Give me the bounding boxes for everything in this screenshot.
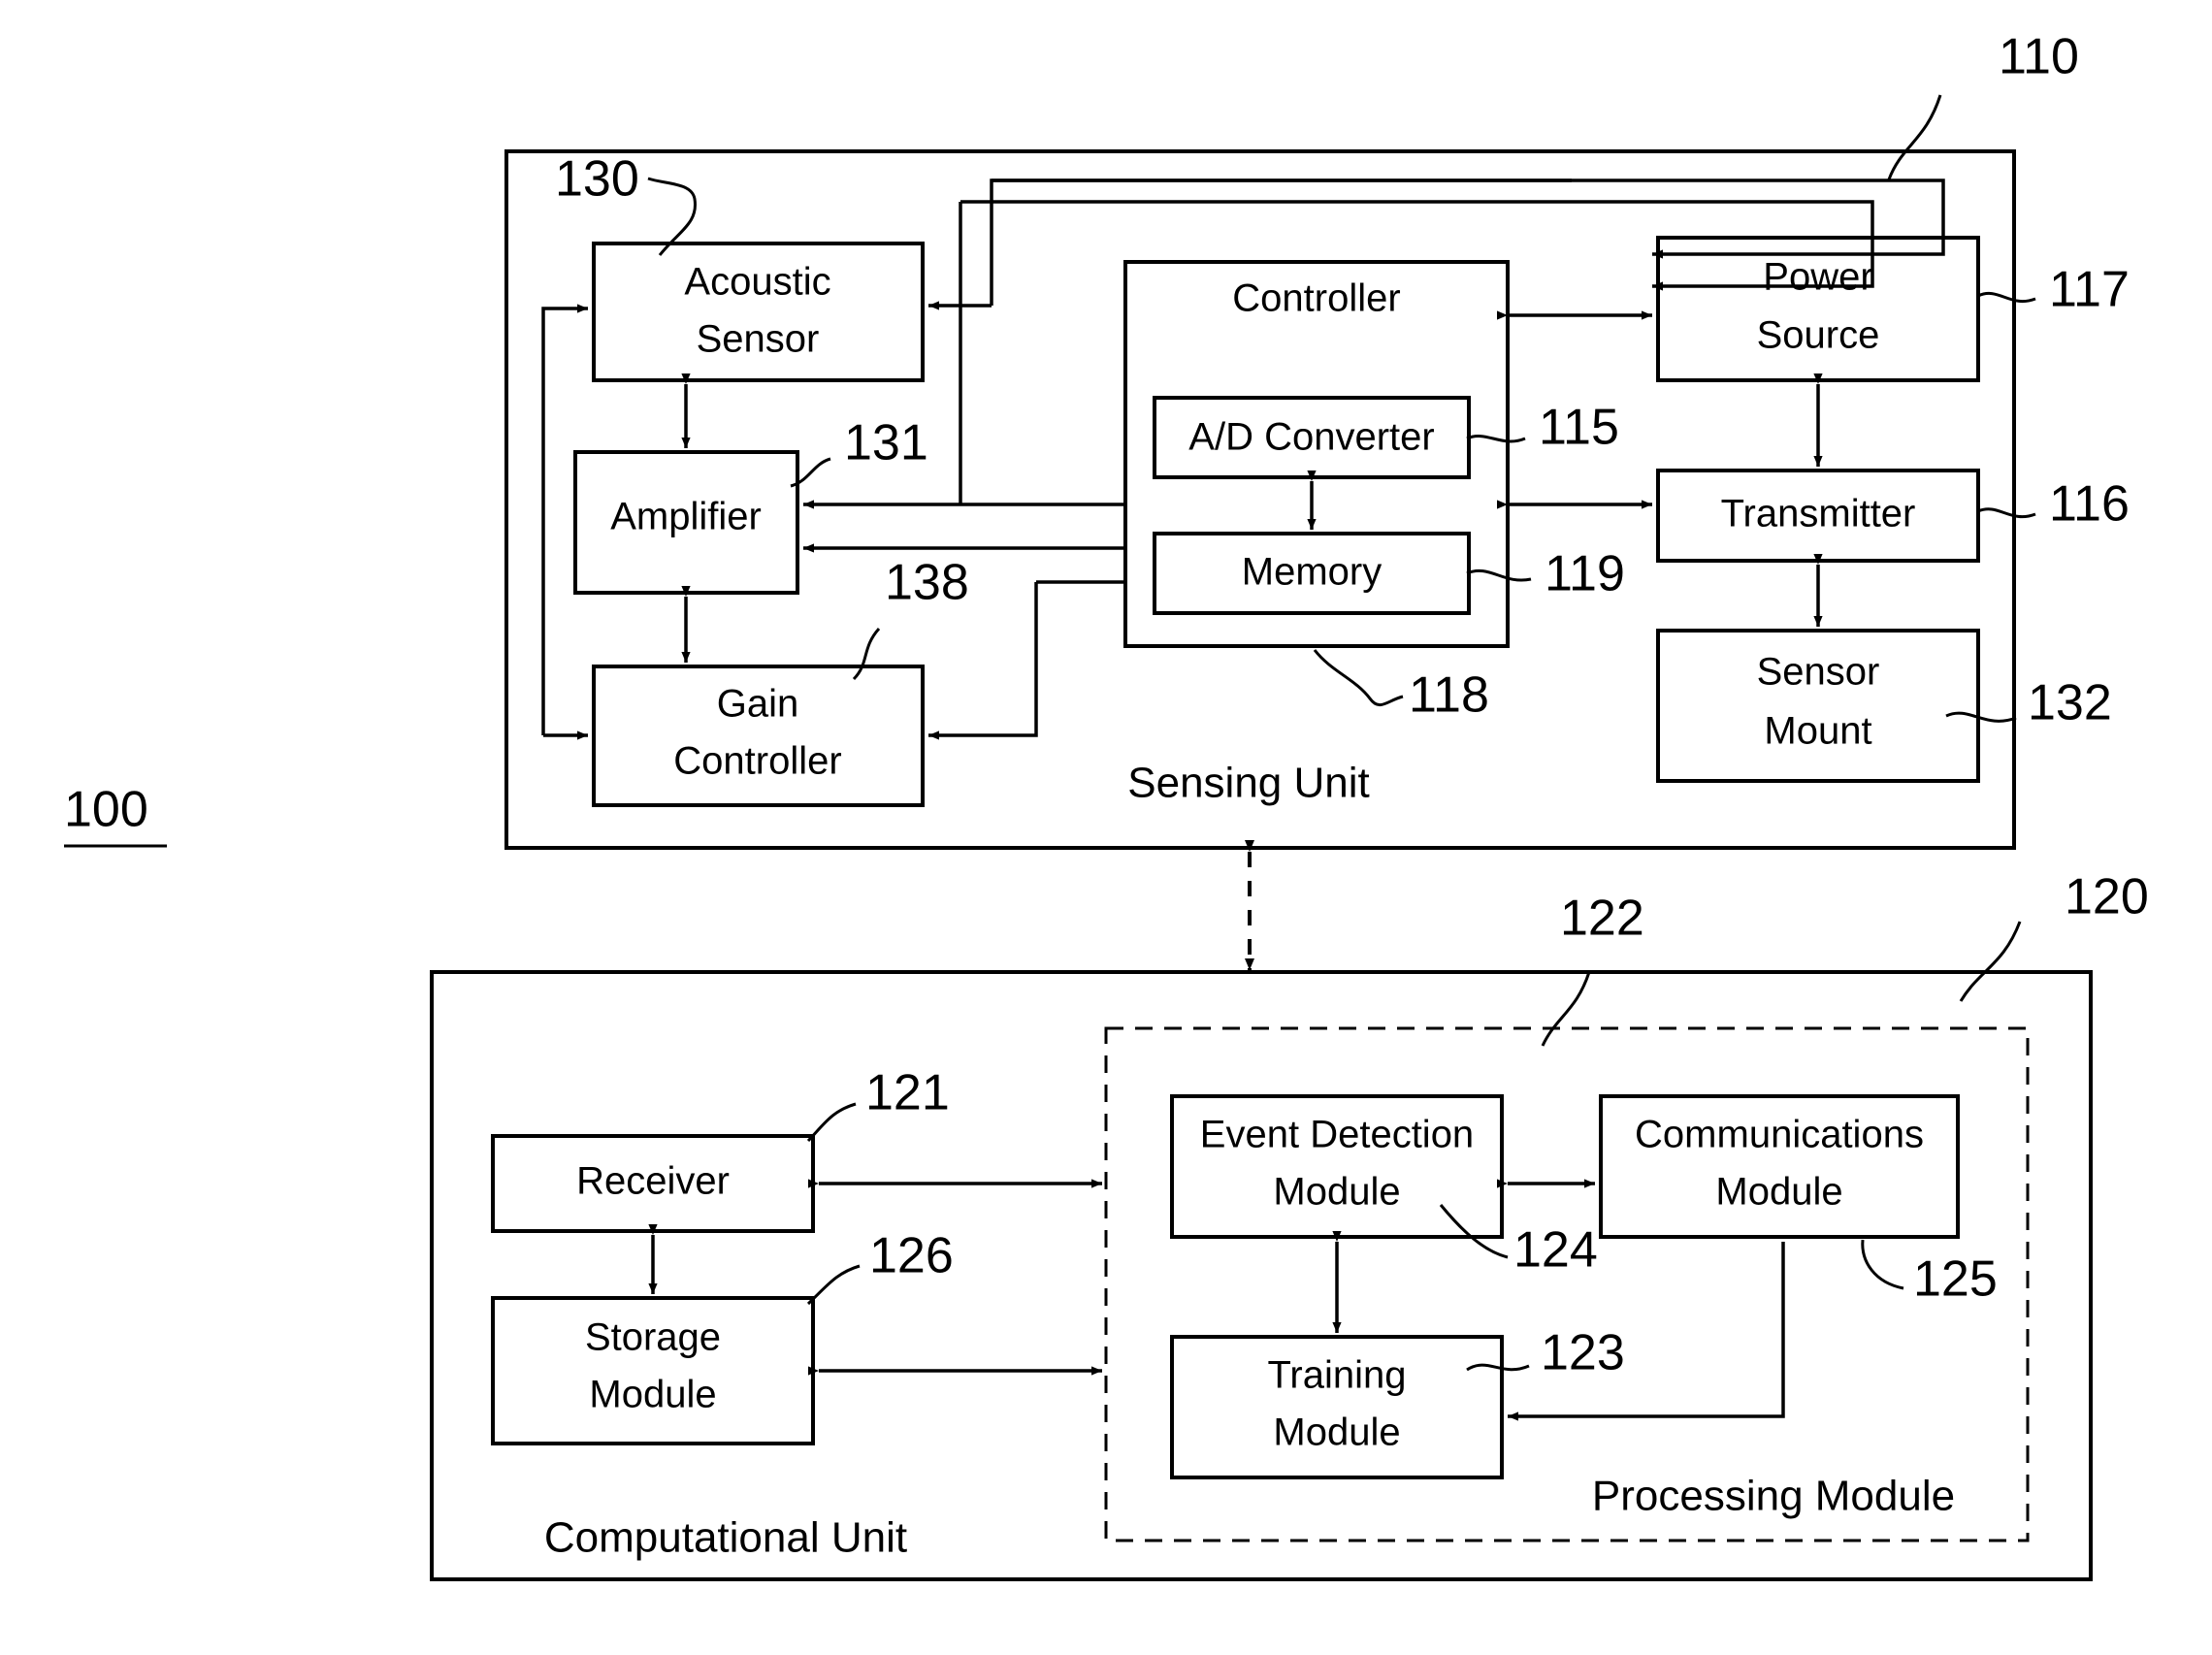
ref-117-label: 117 — [2049, 262, 2130, 318]
ref-122-label: 122 — [1560, 891, 1644, 947]
training-module-label-line2: Module — [1273, 1412, 1400, 1454]
ref-126-label: 126 — [869, 1228, 954, 1284]
block-diagram-svg: 110 100 Acoustic Sensor 130 Amplifier 13… — [64, 29, 2149, 1581]
ref-110-label: 110 — [1999, 29, 2079, 85]
system-ref-100-label: 100 — [64, 782, 148, 838]
ref-130-label: 130 — [555, 151, 639, 208]
ref-131-label: 131 — [844, 415, 928, 471]
ref-120-label: 120 — [2065, 869, 2149, 925]
sensor-mount-label-line2: Mount — [1764, 710, 1871, 753]
sensor-mount-label-line1: Sensor — [1757, 651, 1880, 694]
acoustic-sensor-label-line1: Acoustic — [684, 261, 830, 304]
ref-118-leader — [1313, 649, 1404, 707]
communications-label-line1: Communications — [1635, 1114, 1924, 1156]
ref-116-leader — [1977, 507, 2036, 519]
storage-module-label-line2: Module — [589, 1374, 716, 1416]
computational-unit-label: Computational Unit — [544, 1514, 907, 1562]
ref-125-leader — [1861, 1239, 1904, 1290]
transmitter-label: Transmitter — [1721, 493, 1916, 535]
ref-126-leader — [806, 1264, 861, 1306]
storage-module-label-line1: Storage — [585, 1316, 721, 1359]
receiver-label: Receiver — [576, 1160, 730, 1203]
ref-121-leader — [806, 1102, 857, 1143]
gain-controller-label-line2: Controller — [673, 740, 841, 783]
ref-122-leader — [1541, 971, 1591, 1047]
patent-figure-canvas: 110 100 Acoustic Sensor 130 Amplifier 13… — [0, 0, 2212, 1655]
ref-121-label: 121 — [865, 1065, 950, 1121]
ref-119-label: 119 — [1545, 546, 1625, 602]
ref-138-label: 138 — [885, 555, 969, 611]
ref-118-label: 118 — [1409, 667, 1489, 724]
event-detection-label-line2: Module — [1273, 1171, 1400, 1214]
processing-module-label: Processing Module — [1592, 1473, 1955, 1520]
controller-label: Controller — [1232, 277, 1400, 320]
sensing-unit-label: Sensing Unit — [1127, 760, 1369, 807]
ref-125-label: 125 — [1913, 1251, 1998, 1308]
ref-117-leader — [1977, 291, 2036, 304]
power-source-label-line2: Source — [1757, 314, 1880, 357]
memory-label: Memory — [1242, 551, 1382, 594]
ad-converter-label: A/D Converter — [1188, 416, 1434, 459]
event-detection-label-line1: Event Detection — [1200, 1114, 1474, 1156]
ref-116-label: 116 — [2049, 476, 2130, 533]
acoustic-sensor-label-line2: Sensor — [697, 318, 820, 361]
amplifier-label: Amplifier — [610, 496, 762, 538]
gain-controller-label-line1: Gain — [717, 683, 799, 726]
ref-123-label: 123 — [1541, 1325, 1625, 1381]
ref-110-leader — [1887, 94, 1942, 180]
ref-124-label: 124 — [1513, 1222, 1598, 1279]
power-source-label-line1: Power — [1763, 256, 1872, 299]
ref-115-label: 115 — [1539, 400, 1619, 456]
communications-label-line2: Module — [1715, 1171, 1842, 1214]
ref-120-leader — [1959, 921, 2022, 1002]
ref-132-label: 132 — [2028, 675, 2112, 731]
training-module-label-line1: Training — [1267, 1354, 1406, 1397]
